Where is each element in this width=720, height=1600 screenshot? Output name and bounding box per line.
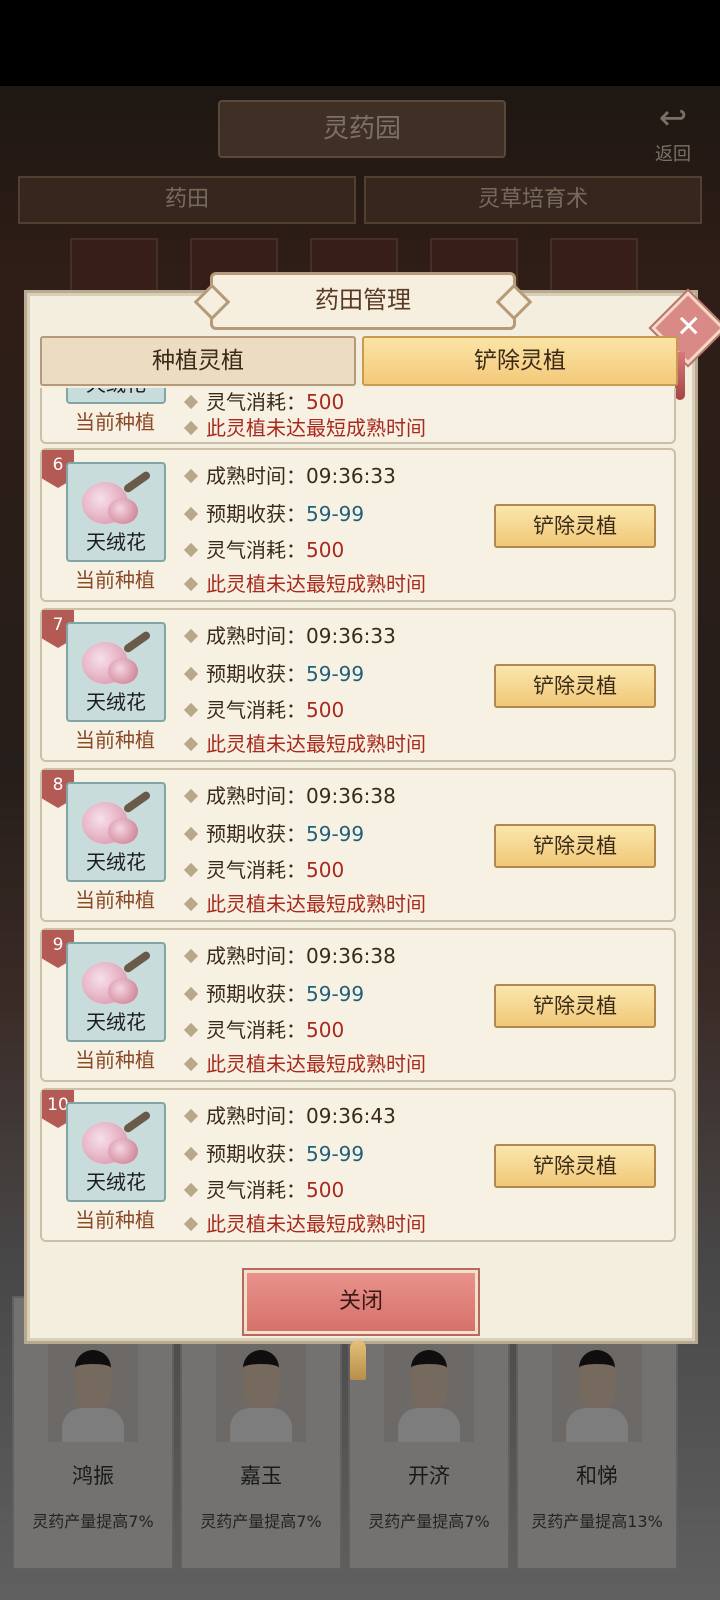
maturity-warning: 此灵植未达最短成熟时间 [182,1048,426,1077]
diamond-icon [183,576,199,592]
plant-name: 天绒花 [86,530,146,554]
diamond-icon [183,1216,199,1232]
expected-yield: 预期收获：59-99 [182,658,364,687]
diamond-icon [183,948,199,964]
plot-card: 天绒花 当前种植 灵气消耗：500 此灵植未达最短成熟时间 [40,388,676,444]
plot-card: 8 天绒花 当前种植 成熟时间：09:36:38 预期收获：59-99 灵气消耗… [40,768,676,922]
diamond-icon [183,1022,199,1038]
qi-cost: 灵气消耗：500 [182,534,344,563]
qi-cost: 灵气消耗：500 [182,388,344,415]
maturity-warning: 此灵植未达最短成熟时间 [182,568,426,597]
plant-name: 天绒花 [86,690,146,714]
diamond-icon [183,702,199,718]
plant-icon: 天绒花 [66,782,166,882]
maturity-warning: 此灵植未达最短成熟时间 [182,412,426,441]
remove-herb-button[interactable]: 铲除灵植 [494,1144,656,1188]
plant-name: 天绒花 [86,1170,146,1194]
tab-plant-herb[interactable]: 种植灵植 [40,336,356,386]
plant-status: 当前种植 [75,1048,155,1072]
maturity-warning: 此灵植未达最短成熟时间 [182,888,426,917]
plant-icon: 天绒花 [66,462,166,562]
diamond-icon [183,896,199,912]
bell-decoration [350,1340,366,1380]
plant-name: 天绒花 [86,850,146,874]
expected-yield: 预期收获：59-99 [182,1138,364,1167]
mature-time: 成熟时间：09:36:43 [182,1100,396,1129]
mature-time: 成熟时间：09:36:38 [182,940,396,969]
diamond-icon [183,862,199,878]
plant-status: 当前种植 [75,728,155,752]
diamond-icon [183,542,199,558]
close-button[interactable]: 关闭 [244,1270,478,1334]
plot-card: 7 天绒花 当前种植 成熟时间：09:36:33 预期收获：59-99 灵气消耗… [40,608,676,762]
plant-icon: 天绒花 [66,1102,166,1202]
diamond-icon [183,1182,199,1198]
plant-status: 当前种植 [75,888,155,912]
plant-name: 天绒花 [68,388,164,397]
remove-herb-button[interactable]: 铲除灵植 [494,664,656,708]
diamond-icon [183,468,199,484]
remove-herb-button[interactable]: 铲除灵植 [494,984,656,1028]
diamond-icon [183,826,199,842]
plant-icon: 天绒花 [66,622,166,722]
diamond-icon [183,420,199,436]
qi-cost: 灵气消耗：500 [182,694,344,723]
diamond-icon [183,1146,199,1162]
diamond-icon [183,1108,199,1124]
diamond-icon [183,736,199,752]
diamond-icon [183,788,199,804]
remove-herb-button[interactable]: 铲除灵植 [494,504,656,548]
plant-icon: 天绒花 [66,388,166,404]
qi-cost: 灵气消耗：500 [182,1014,344,1043]
qi-cost: 灵气消耗：500 [182,854,344,883]
mature-time: 成熟时间：09:36:33 [182,620,396,649]
status-bar [0,0,720,86]
plant-status: 当前种植 [75,410,155,434]
tab-remove-herb[interactable]: 铲除灵植 [362,336,678,386]
diamond-icon [183,666,199,682]
plot-list[interactable]: 天绒花 当前种植 灵气消耗：500 此灵植未达最短成熟时间 6 天绒花 当前种植… [38,388,680,1262]
mature-time: 成熟时间：09:36:38 [182,780,396,809]
diamond-icon [183,394,199,410]
expected-yield: 预期收获：59-99 [182,818,364,847]
remove-herb-button[interactable]: 铲除灵植 [494,824,656,868]
diamond-icon [183,986,199,1002]
mature-time: 成熟时间：09:36:33 [182,460,396,489]
diamond-icon [183,1056,199,1072]
plant-status: 当前种植 [75,568,155,592]
plant-status: 当前种植 [75,1208,155,1232]
plant-icon: 天绒花 [66,942,166,1042]
plot-card: 6 天绒花 当前种植 成熟时间：09:36:33 预期收获：59-99 灵气消耗… [40,448,676,602]
maturity-warning: 此灵植未达最短成熟时间 [182,1208,426,1237]
modal-title: 药田管理 [210,272,516,330]
diamond-icon [183,628,199,644]
plot-card: 9 天绒花 当前种植 成熟时间：09:36:38 预期收获：59-99 灵气消耗… [40,928,676,1082]
diamond-icon [183,506,199,522]
qi-cost: 灵气消耗：500 [182,1174,344,1203]
maturity-warning: 此灵植未达最短成熟时间 [182,728,426,757]
expected-yield: 预期收获：59-99 [182,498,364,527]
plot-card: 10 天绒花 当前种植 成熟时间：09:36:43 预期收获：59-99 灵气消… [40,1088,676,1242]
expected-yield: 预期收获：59-99 [182,978,364,1007]
plant-name: 天绒花 [86,1010,146,1034]
